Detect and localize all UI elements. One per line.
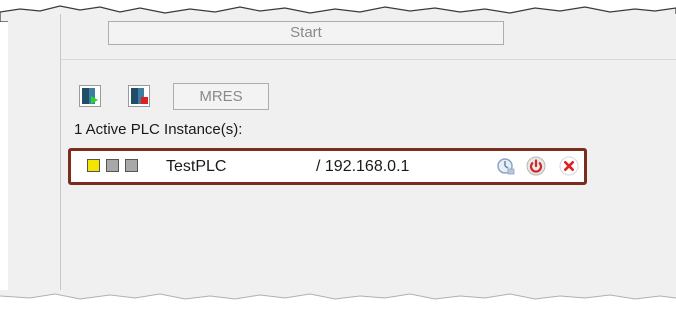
status-led-gray xyxy=(106,159,119,172)
plc-name: TestPLC xyxy=(166,158,227,175)
start-button[interactable]: Start xyxy=(108,21,504,45)
instances-heading: 1 Active PLC Instance(s): xyxy=(74,121,243,138)
torn-edge-bottom xyxy=(0,290,676,300)
plc-stop-icon[interactable] xyxy=(128,85,150,107)
status-led-gray xyxy=(125,159,138,172)
left-strip xyxy=(8,14,61,290)
status-led-yellow xyxy=(87,159,100,172)
plc-address: / 192.168.0.1 xyxy=(316,158,410,175)
close-icon[interactable] xyxy=(559,156,579,176)
plc-run-icon[interactable] xyxy=(79,85,101,107)
refresh-clock-icon[interactable] xyxy=(496,156,516,176)
section-divider xyxy=(61,59,676,60)
power-icon[interactable] xyxy=(526,156,546,176)
mres-button[interactable]: MRES xyxy=(173,83,269,110)
